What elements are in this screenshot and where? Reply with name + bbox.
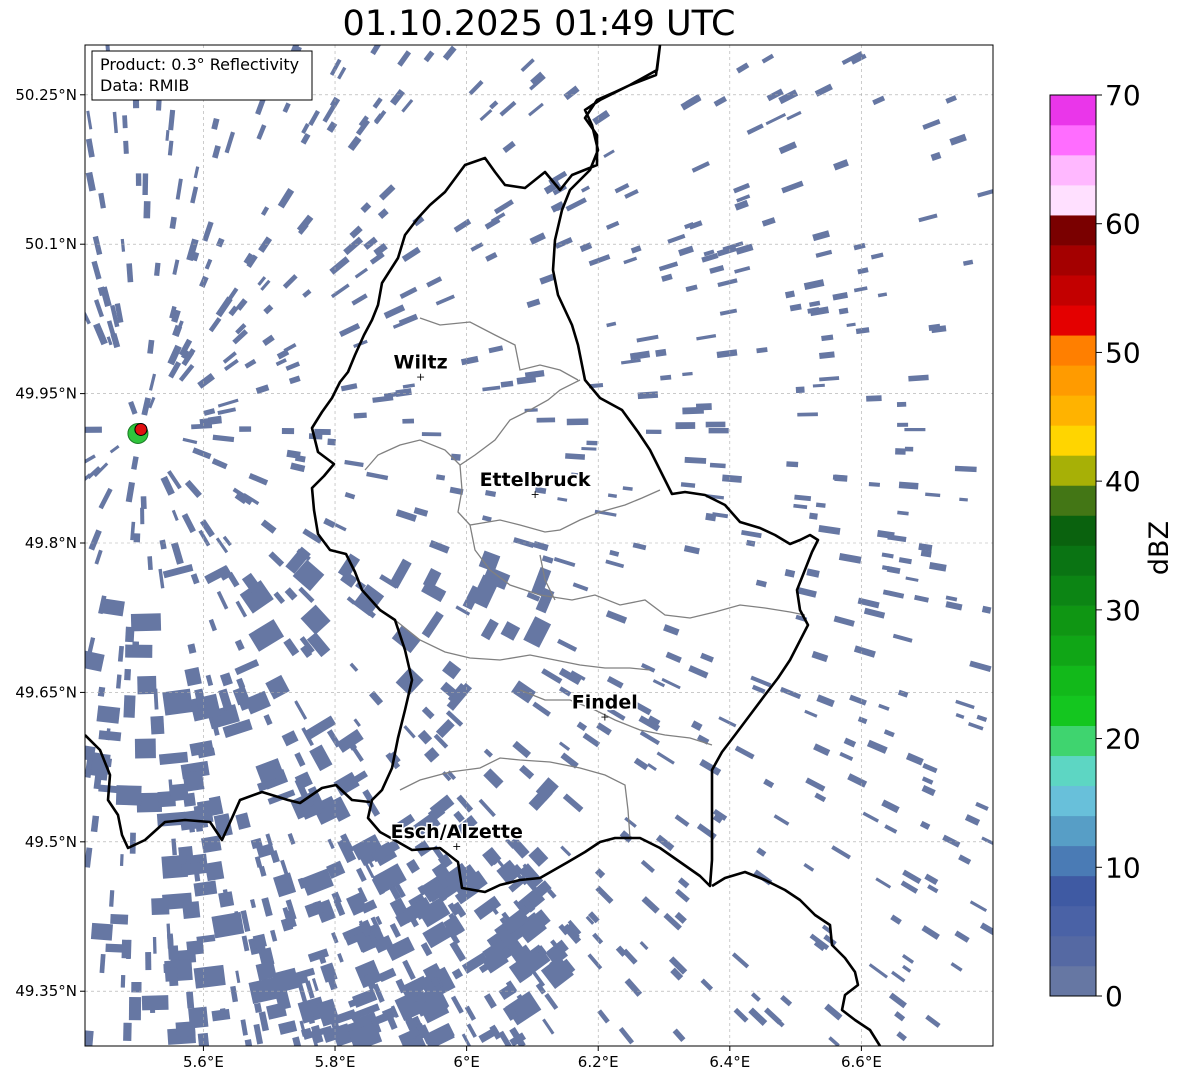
- city-label: Ettelbruck: [480, 469, 591, 491]
- x-tick-label: 6.4°E: [709, 1053, 750, 1071]
- colorbar-segment: [1050, 815, 1096, 847]
- x-tick-label: 6.6°E: [841, 1053, 882, 1071]
- colorbar-segment: [1050, 125, 1096, 156]
- y-tick-label: 49.65°N: [15, 683, 77, 701]
- colorbar-segment: [1050, 185, 1096, 216]
- colorbar-label: dBZ: [1144, 521, 1175, 575]
- x-tick-label: 5.8°E: [315, 1053, 356, 1071]
- colorbar-segment: [1050, 875, 1096, 907]
- colorbar-tick-label: 20: [1105, 723, 1141, 756]
- y-tick-label: 49.35°N: [15, 982, 77, 1000]
- y-tick-label: 49.8°N: [25, 534, 77, 552]
- radar-location-marker: [134, 422, 148, 436]
- colorbar-segment: [1050, 755, 1096, 787]
- radar-site: [127, 422, 149, 444]
- colorbar-segment: [1050, 545, 1096, 576]
- colorbar: 0 10 20 30 40 50 60 70: [1049, 79, 1141, 1013]
- colorbar-segment: [1050, 245, 1096, 276]
- colorbar-segment: [1050, 725, 1096, 757]
- colorbar-segment: [1050, 95, 1096, 126]
- colorbar-segment: [1050, 155, 1096, 186]
- colorbar-segment: [1050, 335, 1096, 366]
- x-axis-ticks: 5.6°E 5.8°E 6°E 6.2°E 6.4°E 6.6°E: [183, 1046, 882, 1071]
- colorbar-segment: [1050, 425, 1096, 456]
- colorbar-segment: [1050, 605, 1096, 636]
- y-tick-label: 49.5°N: [25, 833, 77, 851]
- x-tick-label: 5.6°E: [183, 1053, 224, 1071]
- colorbar-segment: [1050, 395, 1096, 426]
- y-axis-ticks: 50.25°N 50.1°N 49.95°N 49.8°N 49.65°N 49.5°N 4…: [15, 86, 85, 1000]
- colorbar-tick-label: 10: [1105, 851, 1141, 884]
- colorbar-segment: [1050, 785, 1096, 817]
- colorbar-segment: [1050, 275, 1096, 306]
- radar-map: +Wiltz+Ettelbruck+Findel+Esch/Alzette 5.…: [15, 44, 1175, 1071]
- colorbar-tick-label: 50: [1105, 336, 1141, 369]
- y-tick-label: 50.25°N: [15, 86, 77, 104]
- colorbar-segment: [1050, 305, 1096, 336]
- y-tick-label: 49.95°N: [15, 385, 77, 403]
- colorbar-segment: [1050, 635, 1096, 666]
- colorbar-tick-label: 30: [1105, 594, 1141, 627]
- colorbar-tick-label: 70: [1105, 79, 1141, 112]
- info-data-source: Data: RMIB: [100, 76, 189, 95]
- info-product: Product: 0.3° Reflectivity: [100, 55, 299, 74]
- city-label: Wiltz: [394, 352, 448, 374]
- colorbar-tick-label: 40: [1105, 465, 1141, 498]
- colorbar-segment: [1050, 695, 1096, 726]
- colorbar-tick-label: 0: [1105, 980, 1123, 1013]
- colorbar-segment: [1050, 665, 1096, 696]
- colorbar-segment: [1050, 215, 1096, 246]
- colorbar-segment: [1050, 485, 1096, 516]
- colorbar-segment: [1050, 845, 1096, 877]
- colorbar-segment: [1050, 965, 1096, 997]
- y-tick-label: 50.1°N: [25, 235, 77, 253]
- radar-map-page: 01.10.2025 01:49 UTC + Wiltz + Ettelbruck + F…: [0, 0, 1184, 1081]
- colorbar-segment: [1050, 935, 1096, 967]
- colorbar-segment: [1050, 365, 1096, 396]
- city-label: Findel: [572, 691, 638, 713]
- colorbar-segment: [1050, 515, 1096, 546]
- city-label: Esch/Alzette: [391, 821, 523, 843]
- x-tick-label: 6°E: [453, 1053, 480, 1071]
- info-box: Product: 0.3° Reflectivity Data: RMIB: [91, 50, 313, 101]
- x-tick-label: 6.2°E: [578, 1053, 619, 1071]
- colorbar-tick-label: 60: [1105, 208, 1141, 241]
- colorbar-segment: [1050, 905, 1096, 937]
- colorbar-segment: [1050, 455, 1096, 486]
- colorbar-segment: [1050, 575, 1096, 606]
